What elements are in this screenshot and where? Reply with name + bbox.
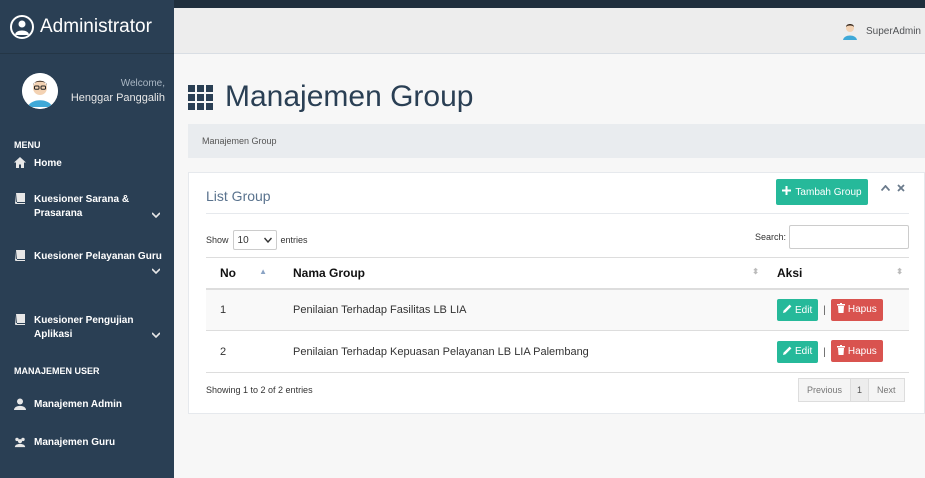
top-username: SuperAdmin: [865, 25, 921, 37]
user-menu[interactable]: SuperAdmin: [842, 22, 921, 40]
brand[interactable]: Administrator: [0, 0, 174, 54]
breadcrumb-item[interactable]: Manajemen Group: [202, 136, 277, 146]
list-group-panel: List Group Tambah Group Show 10 entries …: [188, 172, 925, 414]
sidebar-item-manajemen-admin[interactable]: Manajemen Admin: [0, 396, 174, 434]
cell-actions: Edit | Hapus: [765, 330, 909, 373]
panel-title: List Group: [206, 188, 271, 204]
grid-icon: [188, 84, 213, 110]
add-group-label: Tambah Group: [795, 186, 862, 198]
chevron-down-icon: [151, 210, 161, 220]
column-header-aksi[interactable]: Aksi ⬍: [765, 257, 909, 290]
chevron-up-icon[interactable]: [880, 183, 891, 194]
next-button[interactable]: Next: [869, 379, 904, 401]
delete-button[interactable]: Hapus: [830, 298, 883, 321]
close-icon[interactable]: [897, 181, 905, 195]
users-icon: [14, 436, 26, 448]
breadcrumb: Manajemen Group: [188, 124, 925, 158]
column-header-label: No: [220, 265, 236, 280]
edit-button[interactable]: Edit: [777, 340, 819, 363]
page-title: Manajemen Group: [188, 80, 473, 114]
search-label: Search:: [755, 232, 787, 242]
delete-label: Hapus: [847, 345, 877, 357]
group-table: No ▲ Nama Group ⬍ Aksi ⬍ 1 Penilaian Ter…: [206, 257, 909, 373]
user-icon: [14, 398, 26, 410]
sidebar-item-home[interactable]: Home: [0, 156, 174, 188]
entries-select[interactable]: 10: [232, 230, 277, 250]
sort-icon: ⬍: [752, 267, 759, 276]
table-info: Showing 1 to 2 of 2 entries: [206, 385, 313, 395]
column-header-no[interactable]: No ▲: [206, 257, 279, 290]
menu-heading: MENU: [14, 140, 41, 150]
entries-value: 10: [237, 234, 249, 246]
column-header-label: Aksi: [777, 265, 803, 280]
profile: Welcome, Henggar Panggalih: [0, 54, 174, 128]
entries-length: Show 10 entries: [206, 230, 308, 250]
book-icon: [14, 314, 26, 325]
search-area: Search:: [755, 225, 910, 249]
top-nav: SuperAdmin: [174, 8, 925, 54]
sidebar-item-label: Manajemen Guru: [34, 437, 116, 448]
delete-button[interactable]: Hapus: [830, 340, 883, 363]
avatar-icon: [842, 22, 858, 40]
sidebar-item-kuesioner-pelayanan[interactable]: Kuesioner Pelayanan Guru: [0, 244, 174, 304]
sort-icon: ▲: [259, 267, 267, 276]
welcome-text: Welcome,: [120, 78, 165, 89]
chevron-down-icon: [151, 330, 161, 340]
pencil-icon: [783, 346, 792, 358]
avatar-icon: [22, 73, 58, 109]
chevron-down-icon: [151, 266, 161, 276]
previous-button[interactable]: Previous: [799, 379, 851, 401]
sidebar-item-label: Home: [34, 158, 62, 169]
sidebar-item-kuesioner-pengujian[interactable]: Kuesioner Pengujian Aplikasi: [0, 304, 174, 352]
edit-button[interactable]: Edit: [777, 299, 819, 321]
edit-label: Edit: [795, 304, 813, 316]
sidebar: Administrator Welcome, Henggar Panggalih…: [0, 0, 174, 478]
edit-label: Edit: [795, 346, 813, 358]
pagination: Previous 1 Next: [798, 378, 905, 402]
brand-title: Administrator: [40, 15, 152, 37]
divider: [206, 213, 909, 214]
book-icon: [14, 250, 26, 261]
pencil-icon: [783, 304, 792, 316]
cell-no: 1: [206, 288, 279, 331]
cell-name: Penilaian Terhadap Fasilitas LB LIA: [279, 288, 765, 331]
username: Henggar Panggalih: [70, 92, 165, 104]
column-header-nama-group[interactable]: Nama Group ⬍: [279, 257, 765, 290]
add-group-button[interactable]: Tambah Group: [776, 179, 868, 205]
user-icon: [10, 14, 34, 39]
home-icon: [14, 157, 26, 168]
sidebar-item-kuesioner-sarana[interactable]: Kuesioner Sarana & Prasarana: [0, 188, 174, 244]
cell-actions: Edit | Hapus: [765, 288, 909, 331]
entries-label: entries: [280, 235, 308, 245]
column-header-label: Nama Group: [293, 265, 366, 280]
trash-icon: [836, 303, 845, 316]
cell-no: 2: [206, 330, 279, 373]
sidebar-item-label: Kuesioner Sarana & Prasarana: [34, 194, 130, 219]
search-input[interactable]: [789, 225, 910, 249]
sidebar-item-manajemen-guru[interactable]: Manajemen Guru: [0, 434, 174, 464]
book-icon: [14, 193, 26, 204]
separator: |: [823, 305, 826, 316]
sort-icon: ⬍: [896, 267, 903, 276]
plus-icon: [782, 186, 792, 198]
sidebar-item-label: Manajemen Admin: [34, 399, 122, 410]
user-heading: MANAJEMEN USER: [14, 366, 100, 376]
cell-name: Penilaian Terhadap Kepuasan Pelayanan LB…: [279, 330, 765, 373]
page-title-text: Manajemen Group: [225, 80, 474, 113]
top-strip: [174, 0, 925, 8]
table-row: 1 Penilaian Terhadap Fasilitas LB LIA Ed…: [206, 288, 909, 331]
separator: |: [823, 346, 826, 358]
chevron-down-icon: [263, 235, 272, 246]
sidebar-item-label: Kuesioner Pelayanan Guru: [34, 251, 162, 262]
show-label: Show: [206, 235, 229, 245]
trash-icon: [836, 344, 845, 358]
table-row: 2 Penilaian Terhadap Kepuasan Pelayanan …: [206, 330, 909, 373]
page-1-button[interactable]: 1: [850, 379, 870, 401]
delete-label: Hapus: [847, 304, 877, 315]
